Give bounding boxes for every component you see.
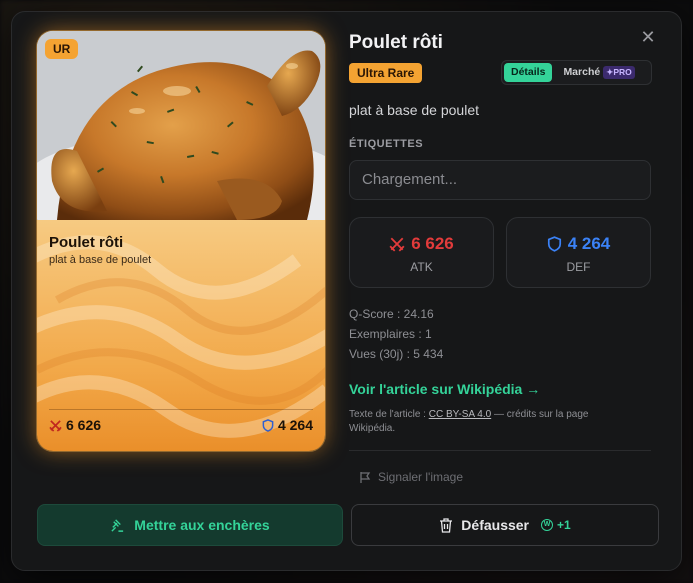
subtitle: plat à base de poulet	[349, 102, 479, 118]
tab-market[interactable]: Marché ✦PRO	[556, 63, 641, 82]
card-divider	[49, 409, 313, 410]
pro-badge: ✦PRO	[603, 66, 635, 79]
card-def-value: 4 264	[277, 417, 313, 433]
meta-qscore: Q-Score : 24.16	[349, 307, 434, 321]
def-stat-box: 4 264 DEF	[506, 217, 651, 288]
divider	[349, 450, 651, 451]
license-link[interactable]: CC BY-SA 4.0	[429, 409, 491, 420]
tab-market-label: Marché	[563, 66, 601, 78]
atk-label: ATK	[410, 260, 433, 274]
atk-stat-box: 6 626 ATK	[349, 217, 494, 288]
discard-reward-value: +1	[557, 518, 571, 532]
atk-value: 6 626	[411, 234, 454, 253]
close-icon[interactable]: ✕	[637, 26, 659, 48]
def-label: DEF	[566, 260, 591, 274]
report-label: Signaler l'image	[378, 470, 464, 484]
trash-icon	[440, 517, 453, 533]
tags-label: ÉTIQUETTES	[349, 138, 424, 150]
tags-box: Chargement...	[349, 160, 651, 200]
wikipedia-link[interactable]: Voir l'article sur Wikipédia →	[349, 381, 540, 397]
page-title: Poulet rôti	[349, 32, 443, 53]
card-atk-value: 6 626	[66, 417, 102, 433]
shield-icon	[547, 236, 561, 252]
card-preview: UR Poulet rôti plat à base de poulet 6 6…	[37, 31, 325, 451]
shield-icon	[262, 418, 274, 432]
auction-button[interactable]: Mettre aux enchères	[37, 504, 343, 546]
card-title: Poulet rôti	[49, 234, 124, 251]
meta-views: Vues (30j) : 5 434	[349, 347, 444, 361]
discard-reward: W +1	[541, 518, 571, 532]
card-rarity-chip: UR	[45, 39, 79, 59]
card-def: 4 264	[262, 417, 313, 433]
card-image: UR	[37, 31, 325, 220]
coin-icon: W	[541, 519, 553, 531]
gavel-icon	[111, 518, 124, 532]
rarity-badge: Ultra Rare	[349, 63, 423, 83]
card-description: plat à base de poulet	[49, 254, 152, 266]
discard-label: Défausser	[461, 517, 529, 533]
flag-icon	[360, 471, 371, 483]
report-image-button[interactable]: Signaler l'image	[359, 470, 463, 484]
swords-icon	[389, 237, 405, 252]
license-note: Texte de l'article : CC BY-SA 4.0 — créd…	[349, 409, 589, 434]
card-detail-modal: ✕ UR Poulet rôti plat à base de poulet 6…	[11, 11, 682, 571]
meta-copies: Exemplaires : 1	[349, 327, 432, 341]
auction-label: Mettre aux enchères	[134, 517, 270, 533]
card-atk: 6 626	[49, 417, 101, 433]
tab-switcher: Détails Marché ✦PRO	[501, 60, 652, 85]
swords-icon	[49, 419, 62, 432]
discard-button[interactable]: Défausser W +1	[351, 504, 659, 546]
def-value: 4 264	[567, 234, 611, 253]
tab-details[interactable]: Détails	[504, 63, 553, 82]
